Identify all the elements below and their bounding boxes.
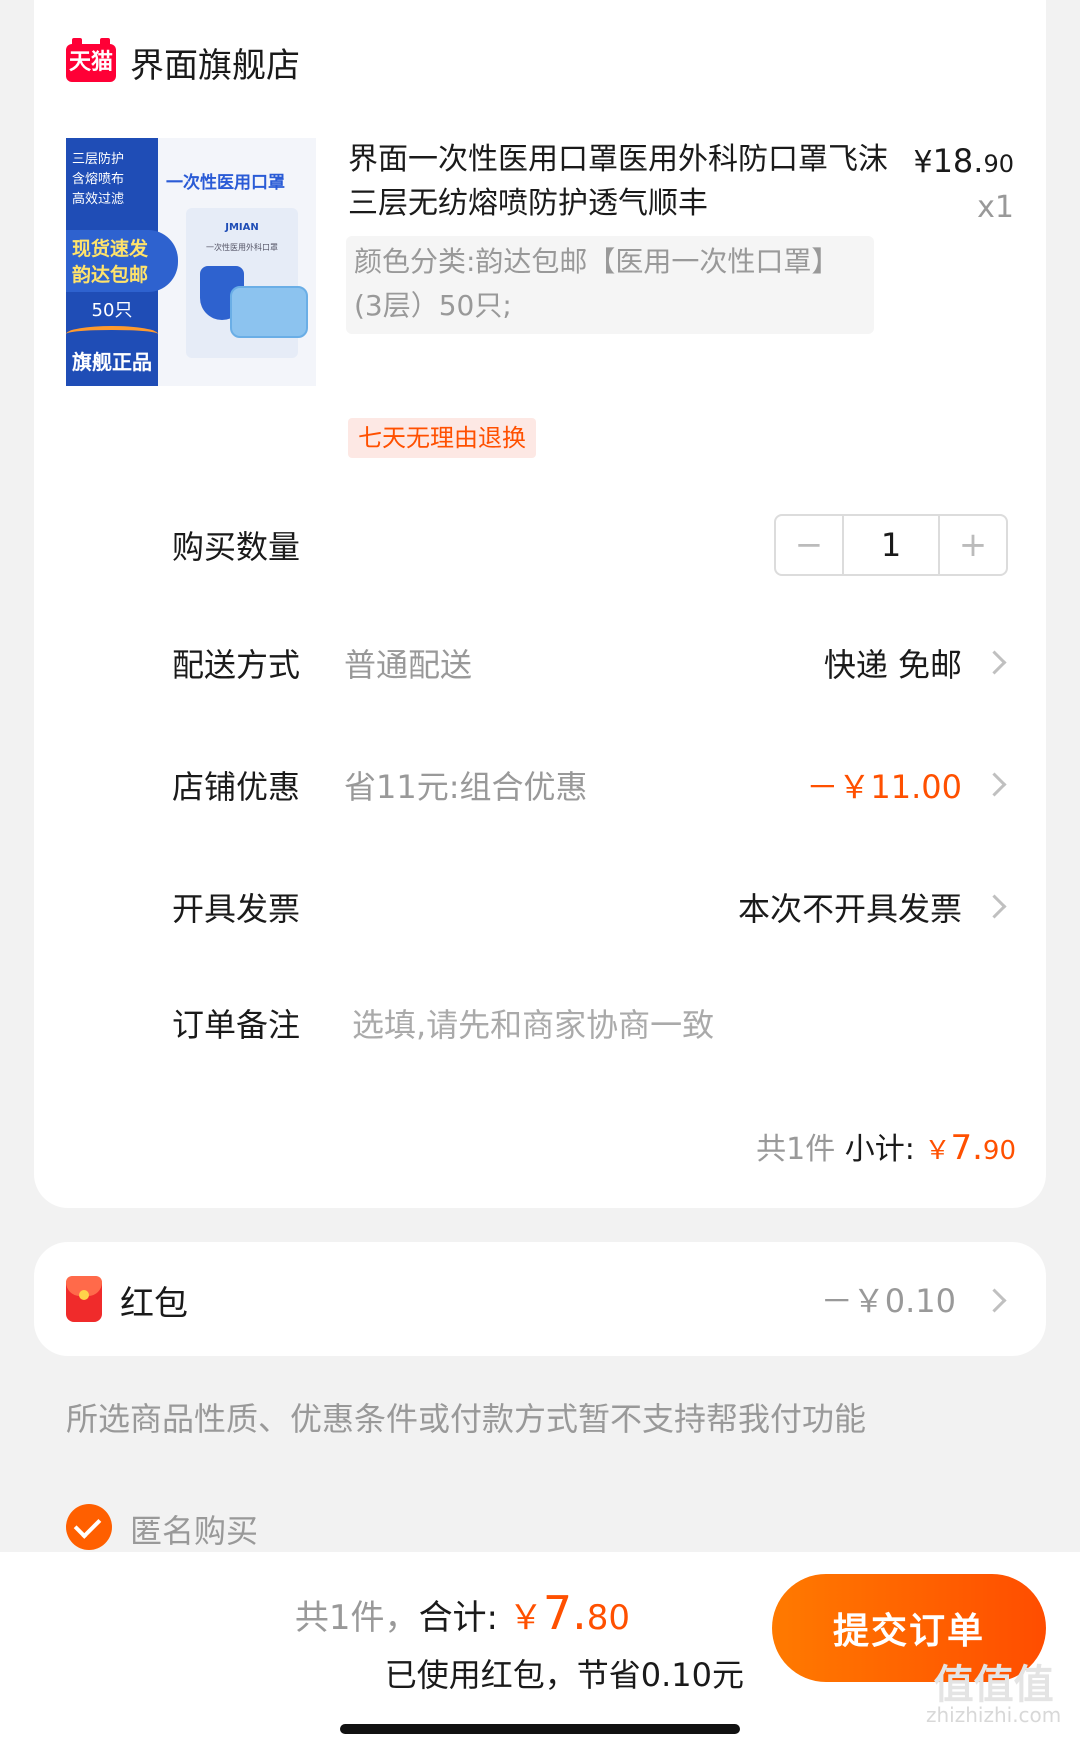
price-dec: 90	[983, 150, 1014, 178]
product-image-tag: 高效过滤	[72, 192, 125, 207]
product-image[interactable]: 三层防护 含熔喷布 高效过滤 现货速发 韵达包邮 50只 旗舰正品 一次性医用口…	[66, 138, 316, 386]
delivery-method: 普通配送	[344, 646, 473, 684]
delivery-value: 快递 免邮	[823, 646, 962, 684]
mask-icon	[230, 286, 308, 338]
home-indicator[interactable]	[340, 1724, 740, 1734]
chevron-right-icon	[982, 894, 1007, 919]
delivery-label: 配送方式	[172, 646, 301, 684]
product-quantity-mark: x1	[977, 190, 1014, 225]
tmall-logo-icon: 天猫	[66, 38, 116, 82]
quantity-value[interactable]: 1	[842, 516, 940, 574]
product-image-promo: 现货速发 韵达包邮	[66, 230, 178, 292]
checkout-bar: 共1件，合计: ￥7.80 已使用红包，节省0.10元 提交订单 值值值 zhi…	[0, 1552, 1080, 1751]
product-box-subtitle: 一次性医用外科口罩	[206, 243, 278, 252]
product-image-tag: 含熔喷布	[72, 172, 125, 187]
product-image-flag: 旗舰正品	[72, 350, 152, 374]
store-name[interactable]: 界面旗舰店	[130, 38, 300, 87]
invoice-value: 本次不开具发票	[737, 890, 962, 928]
total-amount-int: 7.	[542, 1586, 587, 1640]
chevron-right-icon	[982, 772, 1007, 797]
product-box-graphic: JMIAN 一次性医用外科口罩	[186, 208, 308, 358]
total-count: 共1件，	[294, 1598, 419, 1638]
price-symbol: ¥	[913, 145, 933, 180]
subtotal-symbol: ￥	[924, 1136, 951, 1166]
product-variant[interactable]: 颜色分类:韵达包邮【医用一次性口罩】(3层）50只;	[346, 236, 874, 334]
anonymous-label[interactable]: 匿名购买	[130, 1506, 258, 1552]
watermark-main: 值值值	[933, 1662, 1054, 1708]
savings-text: 已使用红包，节省0.10元	[384, 1656, 744, 1694]
red-packet-icon	[66, 1276, 102, 1322]
product-image-count: 50只	[91, 300, 133, 321]
discount-description: 省11元:组合优惠	[344, 768, 588, 806]
total-amount-dec: 80	[586, 1598, 630, 1638]
increase-button[interactable]: +	[940, 516, 1006, 574]
product-image-tag: 三层防护	[72, 152, 125, 167]
subtotal-count: 共1件	[756, 1132, 836, 1167]
remark-input[interactable]: 选填,请先和商家协商一致	[352, 1000, 714, 1046]
product-title[interactable]: 界面一次性医用口罩医用外科防口罩飞沫三层无纺熔喷防护透气顺丰	[348, 138, 908, 226]
subtotal-amount-int: 7.	[950, 1128, 983, 1168]
quantity-label: 购买数量	[172, 528, 301, 566]
remark-label: 订单备注	[172, 1006, 301, 1044]
product-price: ¥18.90	[913, 142, 1014, 180]
price-int: 18.	[932, 142, 984, 180]
red-packet-value: －￥0.10	[820, 1282, 956, 1320]
chevron-right-icon	[982, 1288, 1007, 1313]
chevron-right-icon	[982, 650, 1007, 675]
watermark-logo: 值值值 zhizhizhi.com	[926, 1662, 1062, 1730]
product-image-title: 一次性医用口罩	[166, 173, 285, 193]
product-image-wave	[66, 326, 158, 342]
total-symbol: ￥	[508, 1598, 543, 1638]
subtotal-label: 小计:	[844, 1132, 915, 1167]
return-policy-badge: 七天无理由退换	[348, 418, 536, 458]
total-label: 合计:	[418, 1598, 499, 1638]
product-box-brand: JMIAN	[225, 222, 259, 233]
watermark-url: zhizhizhi.com	[926, 1703, 1062, 1727]
discount-label: 店铺优惠	[172, 768, 301, 806]
anonymous-checkbox[interactable]	[66, 1504, 112, 1550]
quantity-stepper: − 1 +	[774, 514, 1008, 576]
decrease-button[interactable]: −	[776, 516, 842, 574]
subtotal-amount-dec: 90	[982, 1136, 1016, 1166]
pay-for-me-notice: 所选商品性质、优惠条件或付款方式暂不支持帮我付功能	[66, 1400, 867, 1438]
subtotal: 共1件 小计: ￥7.90	[756, 1124, 1016, 1168]
discount-value: －￥11.00	[806, 768, 962, 806]
invoice-label: 开具发票	[172, 890, 301, 928]
order-card: 天猫 界面旗舰店 三层防护 含熔喷布 高效过滤 现货速发 韵达包邮 50只 旗舰…	[34, 0, 1046, 1208]
total-line: 共1件，合计: ￥7.80	[295, 1586, 630, 1640]
red-packet-row[interactable]: 红包 －￥0.10	[34, 1242, 1046, 1356]
red-packet-label: 红包	[120, 1284, 188, 1324]
